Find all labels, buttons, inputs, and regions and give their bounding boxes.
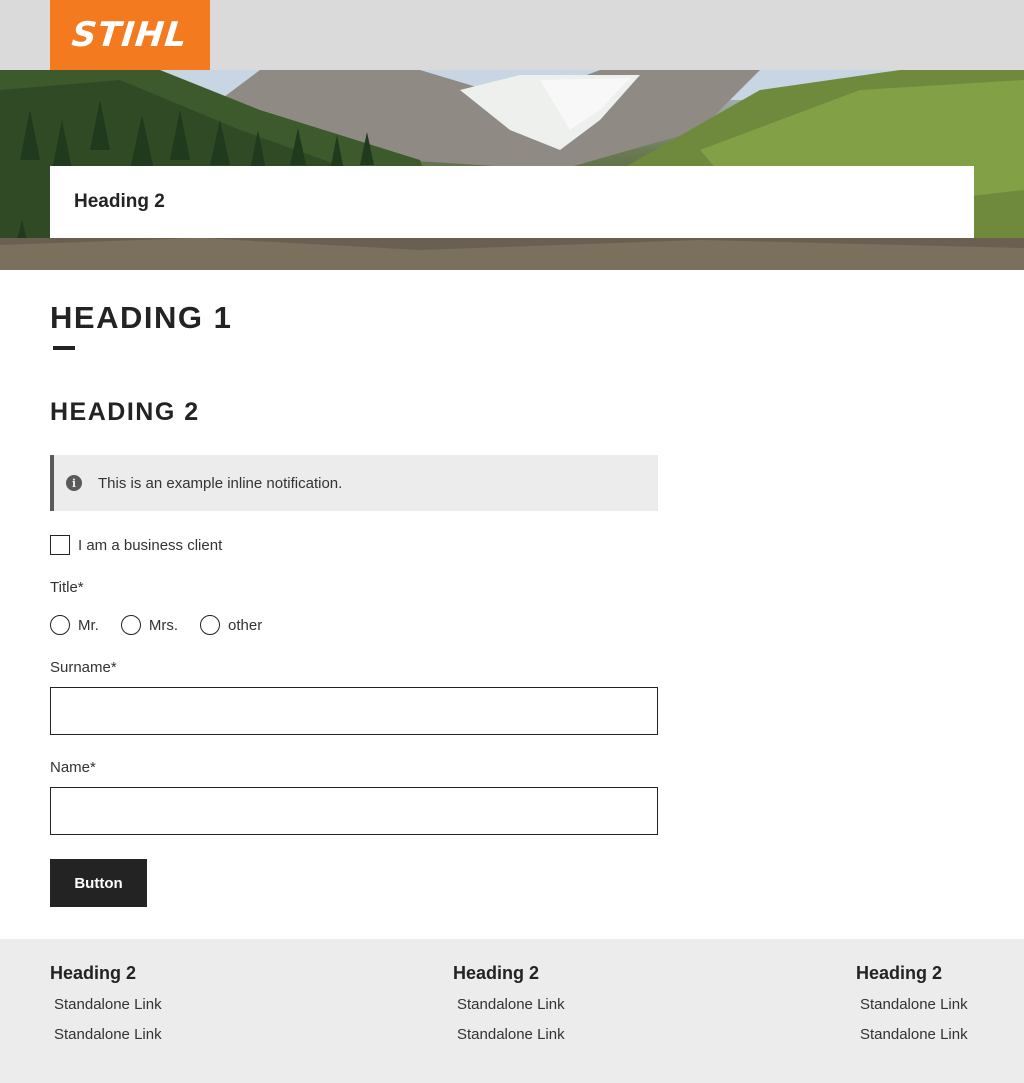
radio-label-other: other [228,616,263,634]
page-heading-1: HEADING 1 [50,300,233,335]
footer: Heading 2 Standalone Link Standalone Lin… [0,939,1024,1083]
business-client-checkbox-row: I am a business client [50,535,222,555]
submit-button[interactable]: Button [50,859,147,907]
footer-link[interactable]: Standalone Link [860,996,968,1013]
footer-link[interactable]: Standalone Link [457,1026,565,1043]
top-bar: STIHL [0,0,1024,70]
footer-column-heading: Heading 2 [453,963,540,983]
radio-option-mrs[interactable]: Mrs. [120,615,179,635]
inline-notification: i This is an example inline notification… [50,455,658,511]
notification-text: This is an example inline notification. [98,474,343,492]
radio-option-mr[interactable]: Mr. [50,615,99,635]
heading-underline [53,346,75,350]
name-label: Name* [50,759,96,776]
footer-link[interactable]: Standalone Link [457,996,565,1013]
surname-input[interactable] [50,687,658,735]
radio-button[interactable] [200,615,221,635]
radio-button[interactable] [120,615,141,635]
title-label: Title* [50,579,84,596]
info-icon: i [66,475,82,491]
hero-card-heading: Heading 2 [74,191,165,212]
radio-button[interactable] [50,615,70,635]
radio-option-other[interactable]: other [200,615,262,635]
footer-column-1: Heading 2 Standalone Link Standalone Lin… [50,963,162,1043]
business-client-label: I am a business client [78,536,223,554]
hero-banner: Heading 2 [0,70,1024,270]
radio-label-mrs: Mrs. [148,616,179,634]
hero-heading-card: Heading 2 [50,166,974,238]
radio-label-mr: Mr. [78,616,99,634]
stihl-logo[interactable]: STIHL [50,0,210,70]
footer-column-heading: Heading 2 [856,963,943,983]
footer-column-3: Heading 2 Standalone Link Standalone Lin… [856,963,968,1043]
footer-column-heading: Heading 2 [50,963,137,983]
footer-column-2: Heading 2 Standalone Link Standalone Lin… [453,963,565,1043]
footer-link[interactable]: Standalone Link [54,1026,162,1043]
footer-link[interactable]: Standalone Link [54,996,162,1013]
business-client-checkbox[interactable] [50,535,70,555]
surname-label: Surname* [50,659,117,676]
title-radio-group: Mr. Mrs. other [50,615,284,635]
page-heading-2: HEADING 2 [50,398,200,426]
logo-text: STIHL [70,15,190,55]
name-input[interactable] [50,787,658,835]
footer-link[interactable]: Standalone Link [860,1026,968,1043]
